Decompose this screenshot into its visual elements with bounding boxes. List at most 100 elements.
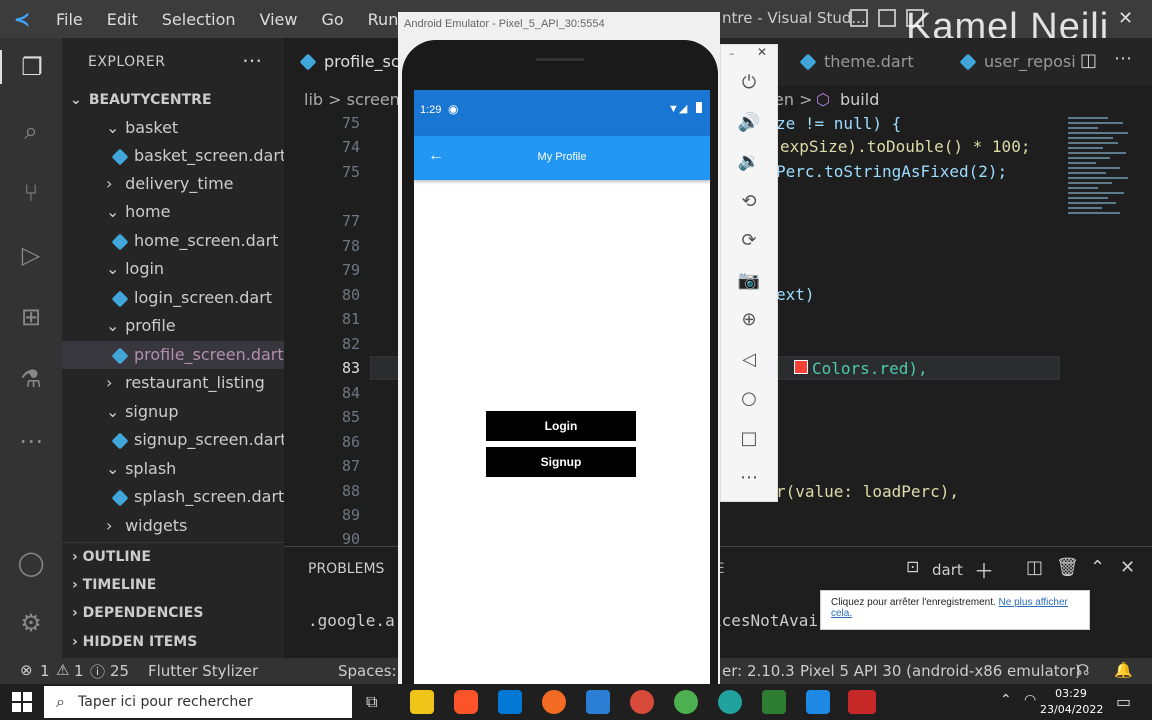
tree-folder-splash[interactable]: ⌄ splash xyxy=(62,455,284,483)
breadcrumb-path[interactable]: lib > screens xyxy=(304,90,408,109)
split-terminal-icon[interactable]: ◫ xyxy=(1026,557,1043,578)
tree-folder-delivery-time[interactable]: › delivery_time xyxy=(62,170,284,198)
tree-folder-login[interactable]: ⌄ login xyxy=(62,255,284,283)
rotate-right-icon[interactable]: ⟳ xyxy=(737,229,761,253)
tree-file-home-screen[interactable]: home_screen.dart xyxy=(62,227,284,255)
tree-file-login-screen[interactable]: login_screen.dart xyxy=(62,284,284,312)
clock-time[interactable]: 03:29 xyxy=(1044,687,1098,700)
extensions-icon[interactable]: ⊞ xyxy=(14,300,48,334)
power-icon[interactable]: ⏻ xyxy=(737,71,761,95)
maximize-panel-icon[interactable]: ⌃ xyxy=(1090,557,1105,578)
tree-file-splash-screen[interactable]: splash_screen.dart xyxy=(62,483,284,511)
trash-icon[interactable]: 🗑 xyxy=(1056,557,1079,578)
app-icon-red[interactable] xyxy=(630,690,654,714)
signup-button[interactable]: Signup xyxy=(486,447,636,477)
section-timeline[interactable]: › TIMELINE xyxy=(62,571,284,599)
info-icon[interactable]: ⓘ xyxy=(90,661,105,682)
windows-start-icon[interactable] xyxy=(12,692,32,712)
chrome-icon[interactable] xyxy=(674,690,698,714)
camera-icon[interactable]: 📷 xyxy=(737,269,761,293)
brave-browser-icon[interactable] xyxy=(454,690,478,714)
project-root[interactable]: ⌄ BEAUTYCENTRE xyxy=(62,86,284,114)
tree-folder-widgets[interactable]: › widgets xyxy=(62,512,284,540)
menu-edit[interactable]: Edit xyxy=(95,10,150,29)
errors-count[interactable]: 1 xyxy=(40,662,50,680)
login-button[interactable]: Login xyxy=(486,411,636,441)
tree-file-profile-screen[interactable]: profile_screen.dart xyxy=(62,341,284,369)
close-emulator-icon[interactable]: ✕ xyxy=(757,45,767,59)
device-status[interactable]: Pixel 5 API 30 (android-x86 emulator) xyxy=(800,662,1081,680)
task-view-icon[interactable]: ⧉ xyxy=(366,692,377,712)
explorer-icon[interactable]: ❐ xyxy=(0,50,62,84)
tab-user-repository[interactable]: user_reposi xyxy=(944,38,1076,86)
menu-file[interactable]: File xyxy=(44,10,95,29)
more-options-icon[interactable]: ⋯ xyxy=(737,466,761,490)
editor-more-icon[interactable]: ⋯ xyxy=(1114,48,1132,69)
back-nav-icon[interactable]: ◁ xyxy=(737,348,761,372)
info-count[interactable]: 25 xyxy=(110,662,129,680)
explorer-more-icon[interactable]: ⋯ xyxy=(242,48,262,72)
tree-folder-signup[interactable]: ⌄ signup xyxy=(62,398,284,426)
home-nav-icon[interactable]: ○ xyxy=(737,387,761,411)
volume-up-icon[interactable]: 🔊 xyxy=(737,111,761,135)
run-debug-icon[interactable]: ▷ xyxy=(14,238,48,272)
breadcrumb-symbol[interactable]: build xyxy=(840,90,879,109)
close-window-icon[interactable]: ✕ xyxy=(1118,8,1133,29)
screen-recorder-icon[interactable] xyxy=(848,690,876,714)
toggle-panel-icon[interactable] xyxy=(878,9,896,27)
app-icon[interactable] xyxy=(586,690,610,714)
tree-folder-restaurant-listing[interactable]: › restaurant_listing xyxy=(62,369,284,397)
testing-icon[interactable]: ⚗ xyxy=(14,362,48,396)
close-panel-icon[interactable]: ✕ xyxy=(1120,557,1135,578)
app-icon-green[interactable] xyxy=(762,690,786,714)
tree-file-basket-screen[interactable]: basket_screen.dart xyxy=(62,142,286,170)
tab-profile-screen[interactable]: profile_scr xyxy=(284,38,406,86)
minimize-icon[interactable]: – xyxy=(729,47,735,60)
tab-theme[interactable]: theme.dart xyxy=(784,38,934,86)
show-hidden-icons[interactable]: ⌃ xyxy=(1000,692,1012,708)
new-terminal-icon[interactable]: ＋ xyxy=(974,555,994,584)
feedback-icon[interactable]: ☊ xyxy=(1076,661,1089,679)
flutter-version-status[interactable]: er: 2.10.3 xyxy=(722,662,795,680)
file-explorer-icon[interactable] xyxy=(410,690,434,714)
volume-down-icon[interactable]: 🔉 xyxy=(737,150,761,174)
warnings-count[interactable]: 1 xyxy=(74,662,84,680)
search-icon[interactable]: ⌕ xyxy=(14,114,48,148)
app-icon-blue[interactable] xyxy=(806,690,830,714)
tree-folder-profile[interactable]: ⌄ profile xyxy=(62,312,284,340)
rotate-left-icon[interactable]: ⟲ xyxy=(737,190,761,214)
toggle-sidebar-icon[interactable] xyxy=(850,9,868,27)
errors-icon[interactable]: ⊗ xyxy=(20,661,33,679)
menu-view[interactable]: View xyxy=(248,10,310,29)
terminal-name[interactable]: dart xyxy=(932,561,963,579)
app-icon-teal[interactable] xyxy=(718,690,742,714)
minimap[interactable] xyxy=(1068,114,1138,546)
notifications-bell-icon[interactable]: 🔔 xyxy=(1114,661,1133,679)
section-hidden-items[interactable]: › HIDDEN ITEMS xyxy=(62,628,284,656)
section-outline[interactable]: › OUTLINE xyxy=(62,542,284,570)
settings-gear-icon[interactable]: ⚙ xyxy=(14,606,48,640)
vscode-taskbar-icon[interactable] xyxy=(498,690,522,714)
tree-folder-home[interactable]: ⌄ home xyxy=(62,198,284,226)
warnings-icon[interactable]: ⚠ xyxy=(56,661,69,679)
color-swatch-red[interactable] xyxy=(794,360,808,374)
flutter-stylizer-status[interactable]: Flutter Stylizer xyxy=(148,662,258,680)
action-center-icon[interactable]: ▭ xyxy=(1116,692,1131,711)
zoom-icon[interactable]: ⊕ xyxy=(737,308,761,332)
split-editor-icon[interactable]: ◫ xyxy=(1080,50,1097,71)
breadcrumb-class[interactable]: en > xyxy=(774,90,812,109)
section-dependencies[interactable]: › DEPENDENCIES xyxy=(62,599,284,627)
menu-selection[interactable]: Selection xyxy=(150,10,248,29)
postman-icon[interactable] xyxy=(542,690,566,714)
tab-problems[interactable]: PROBLEMS xyxy=(308,561,384,577)
more-icon[interactable]: ⋯ xyxy=(14,424,48,458)
source-control-icon[interactable]: ⑂ xyxy=(14,176,48,210)
wifi-icon[interactable]: ◠ xyxy=(1024,692,1036,708)
account-icon[interactable]: ◯ xyxy=(14,546,48,580)
clock-date[interactable]: 23/04/2022 xyxy=(1040,703,1103,716)
taskbar-search-input[interactable]: Taper ici pour rechercher xyxy=(44,686,352,718)
tree-folder-basket[interactable]: ⌄ basket xyxy=(62,114,284,142)
overview-nav-icon[interactable]: □ xyxy=(737,427,761,451)
menu-go[interactable]: Go xyxy=(309,10,355,29)
tree-file-signup-screen[interactable]: signup_screen.dart xyxy=(62,426,286,454)
